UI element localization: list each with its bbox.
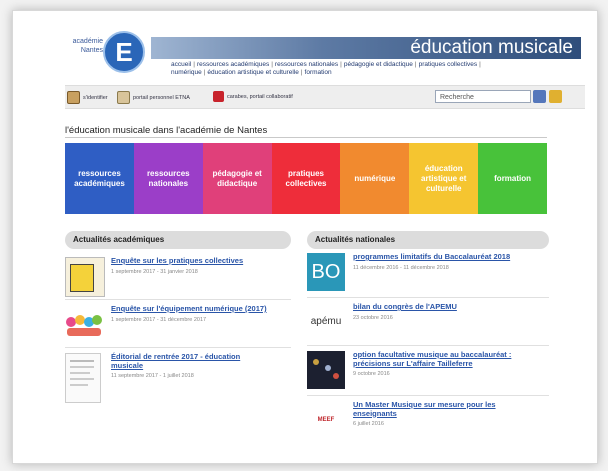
news-date: 11 décembre 2016 - 11 décembre 2018 [353, 264, 449, 271]
academic-news-text: Enquête sur l'équipement numérique (2017… [111, 304, 291, 323]
news-title[interactable]: Un Master Musique sur mesure pour les en… [353, 400, 513, 418]
logo-e-icon: E [103, 31, 145, 73]
category-tiles: ressources académiques ressources nation… [65, 143, 548, 214]
notepad-icon [65, 257, 105, 297]
screenshot-frame: académie Nantes E éducation musicale acc… [12, 10, 598, 464]
national-news-text: programmes limitatifs du Baccalauréat 20… [353, 252, 533, 271]
news-title[interactable]: Enquête sur l'équipement numérique (2017… [111, 304, 291, 314]
national-news-text: option facultative musique au baccalauré… [353, 350, 533, 377]
nav-item-numerique[interactable]: numérique [171, 69, 202, 76]
item-divider [307, 345, 549, 346]
user-icon [67, 91, 80, 104]
academic-news-text: Enquête sur les pratiques collectives 1 … [111, 256, 291, 275]
collab-icon [213, 91, 224, 102]
page: académie Nantes E éducation musicale acc… [65, 29, 585, 449]
news-title[interactable]: bilan du congrès de l'APEMU [353, 302, 533, 312]
academic-news-text: Éditorial de rentrée 2017 - éducation mu… [111, 352, 261, 379]
nav-item-accueil[interactable]: accueil [171, 61, 191, 68]
notepad-shape [70, 264, 94, 292]
news-date: 1 septembre 2017 - 31 janvier 2018 [111, 268, 198, 275]
news-title[interactable]: Éditorial de rentrée 2017 - éducation mu… [111, 352, 261, 370]
news-date: 1 septembre 2017 - 31 décembre 2017 [111, 316, 207, 323]
news-title[interactable]: Enquête sur les pratiques collectives [111, 256, 291, 266]
portal-label: portail personnel ETNA [133, 94, 190, 101]
toolbar: s'identifier portail personnel ETNA cara… [65, 85, 585, 109]
bo-logo-icon: BO [307, 253, 345, 291]
academic-news-heading: Actualités académiques [65, 231, 291, 249]
section-divider [65, 137, 547, 138]
item-divider [307, 395, 549, 396]
nav-item-education-artistique[interactable]: éducation artistique et culturelle [207, 69, 298, 76]
portal-link[interactable]: portail personnel ETNA [117, 91, 190, 104]
apemu-logo-icon: apému [310, 316, 342, 327]
login-label: s'identifier [83, 94, 108, 101]
section-title: l'éducation musicale dans l'académie de … [65, 125, 268, 136]
tile-ressources-nationales[interactable]: ressources nationales [133, 143, 203, 214]
national-news-text: Un Master Musique sur mesure pour les en… [353, 400, 513, 427]
nav-item-formation[interactable]: formation [305, 69, 332, 76]
tile-pedagogie-didactique[interactable]: pédagogie et didactique [202, 143, 272, 214]
news-title[interactable]: option facultative musique au baccalauré… [353, 350, 533, 368]
item-divider [65, 347, 291, 348]
nav-item-ressources-nationales[interactable]: ressources nationales [275, 61, 338, 68]
search-options-icon[interactable] [533, 90, 546, 103]
national-news-heading: Actualités nationales [307, 231, 549, 249]
national-news-text: bilan du congrès de l'APEMU 23 octobre 2… [353, 302, 533, 321]
academie-logo[interactable]: académie Nantes E [65, 29, 145, 75]
site-title[interactable]: éducation musicale [410, 37, 573, 59]
logo-text-line-2: Nantes [80, 47, 103, 54]
people-icon [65, 305, 103, 343]
folder-icon [117, 91, 130, 104]
tile-pratiques-collectives[interactable]: pratiques collectives [271, 143, 341, 214]
nav-item-pedagogie[interactable]: pédagogie et didactique [344, 61, 413, 68]
logo-text: académie Nantes [67, 37, 103, 55]
concert-photo-icon [307, 351, 345, 389]
item-divider [307, 297, 549, 298]
news-title[interactable]: programmes limitatifs du Baccalauréat 20… [353, 252, 533, 262]
nav-item-ressources-academiques[interactable]: ressources académiques [197, 61, 269, 68]
tile-ressources-academiques[interactable]: ressources académiques [65, 143, 134, 214]
logo-text-line-1: académie [72, 38, 103, 45]
tile-education-artistique[interactable]: éducation artistique et culturelle [409, 143, 479, 214]
site-banner: éducation musicale [151, 37, 581, 59]
login-link[interactable]: s'identifier [67, 91, 108, 104]
news-date: 9 octobre 2016 [353, 371, 390, 377]
master-meef-logo-icon: MEEF [317, 417, 335, 423]
news-date: 23 octobre 2016 [353, 314, 393, 321]
news-date: 11 septembre 2017 - 1 juillet 2018 [111, 373, 194, 379]
nav-item-pratiques-collectives[interactable]: pratiques collectives [419, 61, 478, 68]
collab-link[interactable]: carabes, portail collaboratif [213, 91, 293, 102]
tile-numerique[interactable]: numérique [340, 143, 410, 214]
tile-formation[interactable]: formation [478, 143, 548, 214]
collab-label: carabes, portail collaboratif [227, 93, 293, 100]
item-divider [65, 299, 291, 300]
news-date: 6 juillet 2016 [353, 421, 384, 427]
search-input[interactable]: Recherche [435, 90, 531, 103]
top-nav: accueil | ressources académiques | ressource… [171, 61, 481, 76]
document-icon [65, 353, 101, 403]
search-icon[interactable] [549, 90, 562, 103]
